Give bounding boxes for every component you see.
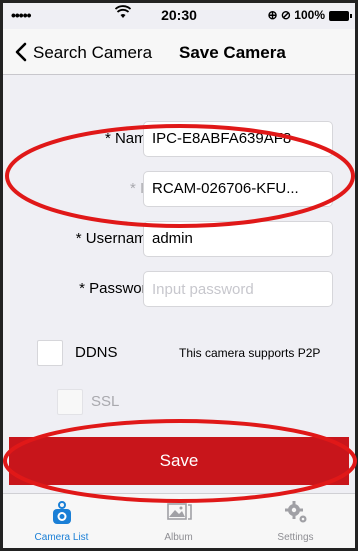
- ddns-row: DDNS This camera supports P2P: [37, 336, 347, 370]
- tab-camera-list[interactable]: Camera List: [3, 494, 120, 549]
- tab-label-settings: Settings: [277, 532, 314, 543]
- gear-icon: [282, 500, 310, 524]
- camera-form: * Name IPC-E8ABFA639AF8 * ID RCAM-026706…: [17, 115, 343, 315]
- tab-bar: Camera List Album Settings: [3, 493, 355, 548]
- name-field[interactable]: IPC-E8ABFA639AF8: [143, 121, 333, 157]
- ssl-checkbox[interactable]: [57, 389, 83, 415]
- camera-icon: [48, 500, 76, 524]
- navigation-bar: Search Camera Save Camera: [3, 29, 355, 75]
- battery-icon: [329, 11, 352, 21]
- save-button[interactable]: Save: [9, 437, 349, 485]
- status-indicators: ⊕ ⊘ 100%: [267, 8, 325, 22]
- password-row: * Password: [17, 265, 343, 315]
- p2p-note: This camera supports P2P: [179, 346, 321, 360]
- back-button[interactable]: Search Camera: [33, 43, 152, 63]
- name-row: * Name IPC-E8ABFA639AF8: [17, 115, 343, 165]
- ddns-checkbox[interactable]: [37, 340, 63, 366]
- tab-label-album: Album: [164, 532, 193, 543]
- id-field: RCAM-026706-KFU...: [143, 171, 333, 207]
- album-icon: [165, 500, 193, 524]
- tab-settings[interactable]: Settings: [237, 494, 354, 549]
- username-field[interactable]: admin: [143, 221, 333, 257]
- page-title: Save Camera: [179, 43, 286, 62]
- username-row: * Username admin: [17, 215, 343, 265]
- ssl-label: SSL: [91, 393, 120, 410]
- tab-label-camera-list: Camera List: [34, 532, 89, 543]
- password-field[interactable]: [143, 271, 333, 307]
- tab-album[interactable]: Album: [120, 494, 237, 549]
- id-row: * ID RCAM-026706-KFU...: [17, 165, 343, 215]
- phone-frame: ••••• 20:30 ⊕ ⊘ 100% Search Camera Save …: [0, 0, 358, 551]
- chevron-left-icon[interactable]: [11, 41, 33, 63]
- ddns-label: DDNS: [75, 344, 118, 361]
- ssl-row: SSL: [57, 387, 177, 417]
- status-bar: ••••• 20:30 ⊕ ⊘ 100%: [3, 3, 355, 29]
